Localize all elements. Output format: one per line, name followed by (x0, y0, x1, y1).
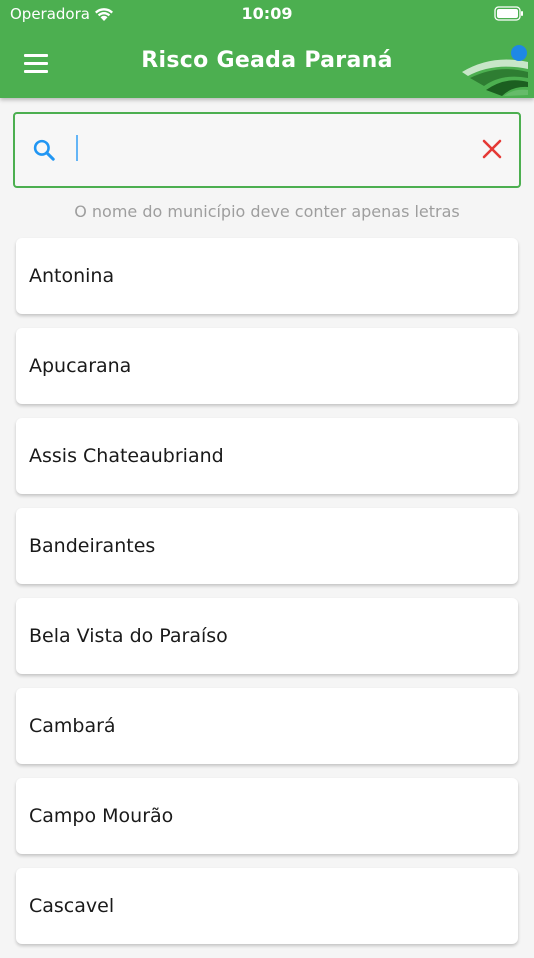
municipality-name: Apucarana (29, 355, 132, 377)
page-title: Risco Geada Paraná (141, 48, 393, 73)
municipality-item[interactable]: Bela Vista do Paraíso (16, 598, 518, 674)
municipality-name: Campo Mourão (29, 805, 174, 827)
status-bar: Operadora 10:09 (0, 0, 534, 28)
clear-button[interactable] (481, 138, 503, 164)
municipality-item[interactable]: Assis Chateaubriand (16, 418, 518, 494)
municipality-name: Cascavel (29, 895, 115, 917)
municipality-item[interactable]: Cascavel (16, 868, 518, 944)
municipality-item[interactable]: Bandeirantes (16, 508, 518, 584)
municipality-list: Antonina Apucarana Assis Chateaubriand B… (16, 238, 518, 958)
municipality-name: Bandeirantes (29, 535, 156, 557)
app-header: Operadora 10:09 Risco Geada Paraná (0, 0, 534, 98)
search-input[interactable] (75, 132, 459, 170)
clear-icon (482, 139, 502, 159)
municipality-item[interactable]: Campo Mourão (16, 778, 518, 854)
municipality-item[interactable]: Apucarana (16, 328, 518, 404)
search-icon (31, 137, 57, 167)
search-bar (13, 112, 521, 188)
municipality-item[interactable]: Cambará (16, 688, 518, 764)
battery-icon (494, 6, 524, 25)
municipality-name: Assis Chateaubriand (29, 445, 224, 467)
municipality-item[interactable]: Antonina (16, 238, 518, 314)
municipality-name: Bela Vista do Paraíso (29, 625, 228, 647)
app-bar: Risco Geada Paraná (0, 28, 534, 98)
text-cursor (76, 135, 78, 161)
municipality-name: Antonina (29, 265, 115, 287)
logo (462, 42, 530, 102)
search-hint: O nome do município deve conter apenas l… (74, 202, 460, 221)
clock: 10:09 (241, 4, 293, 23)
municipality-name: Cambará (29, 715, 116, 737)
